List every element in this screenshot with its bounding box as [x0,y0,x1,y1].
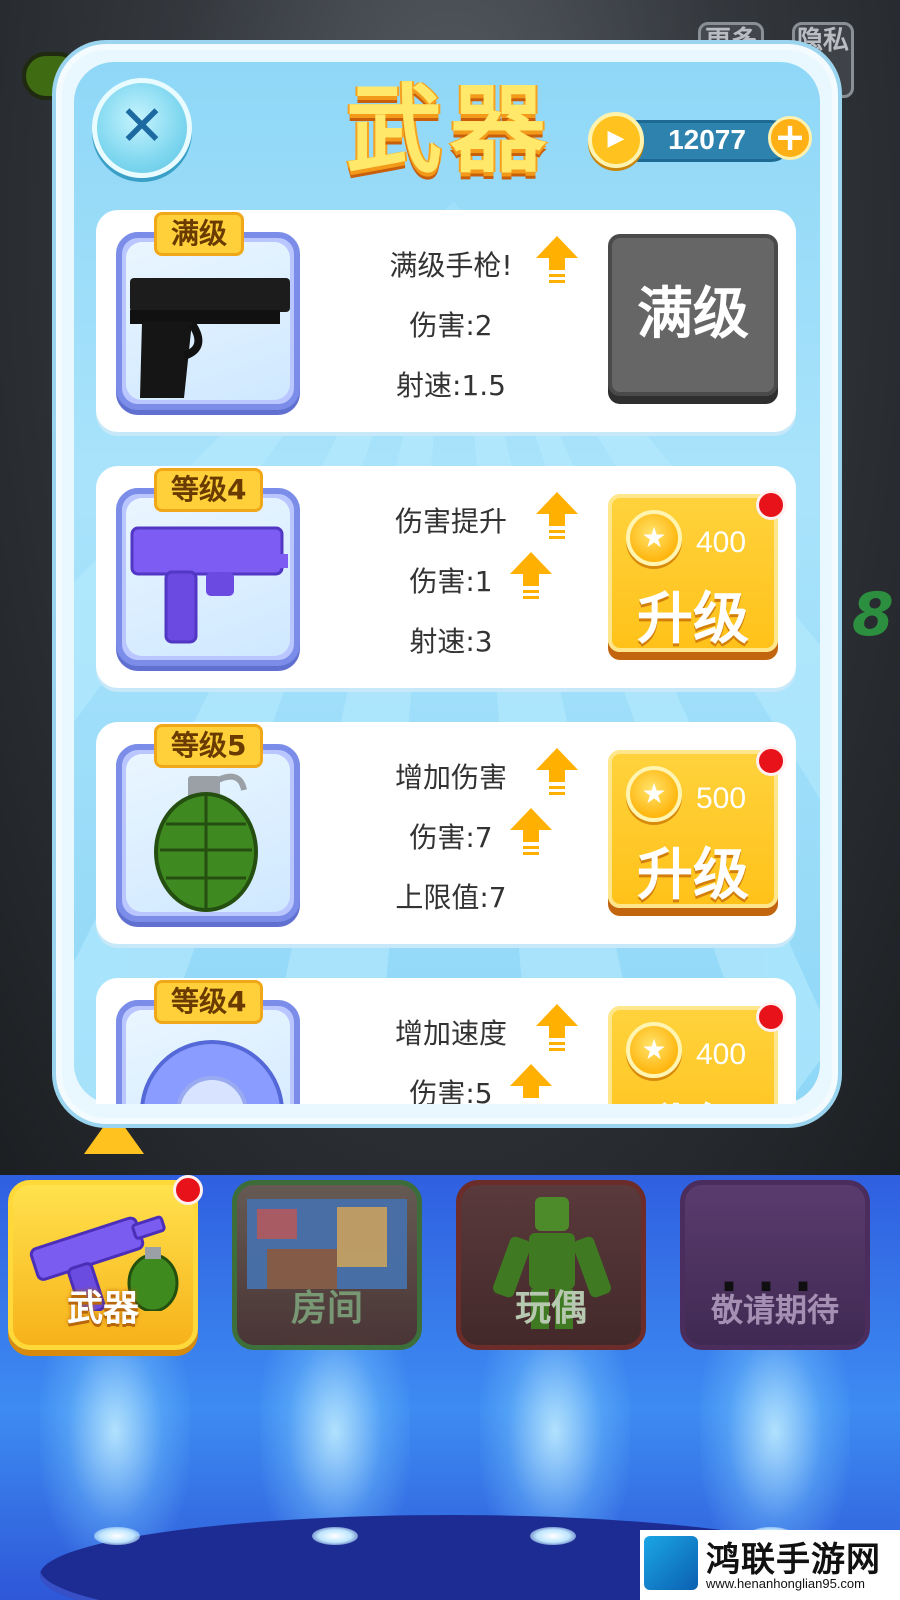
arrow-stripe [549,792,565,795]
weapon-row-clip: 等级4 增加速度 伤害:5 ★ 400 升级 [96,976,796,1104]
site-logo-icon [644,1536,698,1590]
upgrade-cost: 400 [696,526,747,559]
arrow-stripe [549,1042,565,1045]
upgrade-cost: 400 [696,1038,747,1071]
level-badge: 等级4 [154,980,264,1024]
level-badge: 等级4 [154,468,264,512]
tab-label: 玩偶 [514,1288,587,1329]
arrow-stripe [549,274,565,277]
arrow-stripe [523,590,539,593]
arrow-stem [523,830,539,842]
arrow-stripe [549,536,565,539]
plus-icon[interactable]: + [768,116,812,160]
tab-weapons[interactable]: 武器 [8,1175,203,1350]
upgrade-button[interactable]: ★ 500 升级 [608,746,786,908]
tab-doll[interactable]: 玩偶 [456,1180,646,1350]
site-watermark: 鸿联手游网 www.henanhonglian95.com [640,1530,900,1600]
upgrade-cost: 500 [696,782,747,815]
uzi-icon [130,526,288,644]
notification-dot [756,746,786,776]
level-badge: 等级5 [154,724,264,768]
arrow-stripe [523,846,539,849]
coin-icon: ★ [626,766,682,822]
upgrade-label: 升级 [637,587,749,652]
weapon-thumbnail [116,232,300,410]
upgrade-arrow-icon [536,748,578,798]
arrow-head [536,492,578,514]
upgrade-label: 升级 [612,1086,774,1104]
arrow-head [536,1004,578,1026]
weapon-info-line: 增加伤害 [394,761,507,794]
close-icon: ✕ [118,94,166,159]
weapon-info-line: 上限值:7 [395,881,507,914]
pistol-icon [130,278,290,398]
upgrade-arrow-icon [510,808,552,858]
currency-amount: 12077 [668,124,746,155]
weapon-row-grenade: 等级5 增加伤害 伤害:7 上限值:7 ★ 500 升级 [96,722,796,944]
arrow-stripe [549,530,565,533]
close-button[interactable]: ✕ [92,78,192,178]
arrow-stem [549,258,565,270]
weapon-row-pistol: 满级 满级手枪! 伤害:2 射速:1.5 满级 [96,210,796,432]
tab-room[interactable]: 房间 [232,1180,422,1350]
arrow-head [536,236,578,258]
weapon-info-line: 射速:1.5 [396,369,506,402]
watermark-name: 鸿联手游网 [706,1540,881,1580]
upgrade-arrow-icon [536,1004,578,1054]
tab-label: 房间 [290,1288,363,1329]
coin-icon: ★ [626,510,682,566]
arrow-stripe [523,596,539,599]
notification-dot [756,490,786,520]
upgrade-arrow-icon [510,552,552,602]
upgrade-arrow-icon [510,1064,552,1104]
weapon-info-line: 满级手枪! [389,249,513,282]
upgrade-button[interactable]: ★ 400 升级 [608,1002,786,1104]
arrow-stem [523,574,539,586]
background-text: 8 [852,580,894,650]
arrow-stem [549,1026,565,1038]
tab-label: 敬请期待 [710,1291,839,1329]
arrow-stripe [523,852,539,855]
level-badge: 满级 [154,212,245,256]
arrow-stripe [549,1048,565,1051]
watermark-url: www.henanhonglian95.com [706,1576,865,1591]
upgrade-arrow-icon [536,236,578,286]
arrow-head [510,552,552,574]
weapon-info-line: 伤害提升 [394,505,507,538]
upgrade-arrow-icon [536,492,578,542]
floor-spotlight [530,1527,576,1545]
arrow-stripe [549,280,565,283]
tab-label: 武器 [66,1288,139,1329]
dialog-title: 武器 [346,74,554,186]
weapon-row-sawblade: 等级4 增加速度 伤害:5 ★ 400 升级 [96,978,796,1104]
grenade-icon [154,773,258,912]
coin-icon: ★ [626,1022,682,1078]
upgrade-button[interactable]: ★ 400 升级 [608,490,786,652]
weapon-info-line: 增加速度 [394,1017,507,1050]
arrow-stem [549,514,565,526]
weapon-info-line: 伤害:2 [409,309,493,342]
weapon-info-line: 射速:3 [409,625,493,658]
arrow-stem [523,1086,539,1098]
notification-dot [756,1002,786,1032]
weapon-row-uzi: 等级4 伤害提升 伤害:1 射速:3 ★ 400 升级 [96,466,796,688]
upgrade-label: 升级 [637,843,749,908]
weapon-thumbnail [116,488,300,666]
weapon-thumbnail [116,744,300,922]
arrow-stem [549,770,565,782]
max-level-button[interactable]: 满级 [608,234,778,396]
arrow-head [536,748,578,770]
tab-coming-soon[interactable]: ... 敬请期待 [680,1180,870,1350]
arrow-head [510,808,552,830]
arrow-stripe [549,786,565,789]
floor-spotlight [312,1527,358,1545]
floor-spotlight [94,1527,140,1545]
currency-display: ▶ 12077 + [588,112,812,168]
video-reward-icon[interactable]: ▶ [588,112,644,168]
weapon-info: 满级手枪! 伤害:2 射速:1.5 [336,236,566,416]
notification-dot [173,1175,203,1205]
arrow-head [510,1064,552,1086]
